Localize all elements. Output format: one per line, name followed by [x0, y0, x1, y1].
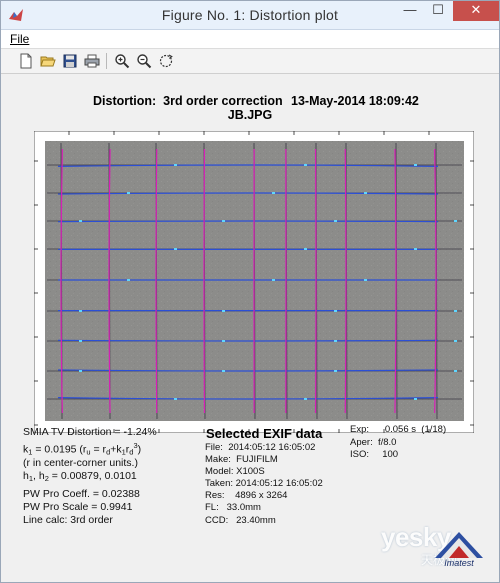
exposure: Exp: 0.056 s (1/18) [350, 424, 447, 435]
edge-point [304, 398, 307, 400]
edge-point [174, 398, 177, 400]
edge-point [304, 248, 307, 250]
rotate-icon[interactable] [157, 52, 175, 70]
edge-point [174, 164, 177, 166]
k1-value: = 0.0195 (r [32, 443, 87, 456]
plot-timestamp: 13-May-2014 18:09:42 [291, 94, 419, 108]
edge-point [222, 310, 225, 312]
edge-point [334, 370, 337, 372]
exif-list: File: 2014:05:12 16:05:02 Make: FUJIFILM… [205, 442, 323, 527]
figure-area: Distortion: 3rd order correction 13-May-… [1, 74, 499, 582]
k1-plus: +k [110, 443, 122, 456]
zoom-out-icon[interactable] [135, 52, 153, 70]
figure-window: Figure No. 1: Distortion plot — ☐ ✕ File [0, 0, 500, 583]
edge-point [272, 192, 275, 194]
toolbar-separator [106, 53, 107, 69]
exif-fl: FL: 33.0mm [205, 502, 261, 514]
exif-ccd: CCD: 23.40mm [205, 514, 276, 526]
exif-title: Selected EXIF data [206, 426, 323, 441]
edge-point [127, 279, 130, 281]
camera-settings: Exp: 0.056 s (1/18) Aper: f/8.0 ISO: 100 [350, 424, 446, 462]
menu-file[interactable]: File [10, 32, 29, 46]
edge-point [414, 164, 417, 166]
exif-res: Res: 4896 x 3264 [205, 490, 288, 502]
edge-point [222, 340, 225, 342]
edge-point [334, 340, 337, 342]
edge-point [79, 340, 82, 342]
line-calc: Line calc: 3rd order [23, 514, 113, 526]
minimize-button[interactable]: — [396, 1, 424, 21]
new-file-icon[interactable] [17, 52, 35, 70]
open-folder-icon[interactable] [39, 52, 57, 70]
edge-point [79, 370, 82, 372]
edge-point [79, 310, 82, 312]
exif-model: Model: X100S [205, 466, 265, 478]
exif-taken: Taken: 2014:05:12 16:05:02 [205, 478, 323, 490]
edge-point [454, 220, 457, 222]
edge-point [454, 340, 457, 342]
edge-point [364, 279, 367, 281]
edge-point [334, 220, 337, 222]
distortion-plot[interactable] [34, 131, 474, 433]
aperture: Aper: f/8.0 [350, 436, 397, 448]
k1-coefficient: k1 = 0.0195 (ru = rd+k1rd3) [23, 439, 141, 459]
edge-point [174, 248, 177, 250]
h-mid: , h [33, 470, 45, 482]
save-disk-icon[interactable] [61, 52, 79, 70]
imatest-logo: Imatest [435, 532, 483, 568]
plot-filename: JB.JPG [227, 108, 273, 122]
r-units-note: (r in center-corner units.) [23, 457, 138, 469]
close-button[interactable]: ✕ [453, 1, 499, 21]
exif-make: Make: FUJIFILM [205, 454, 278, 466]
print-icon[interactable] [83, 52, 101, 70]
k1-close: ) [137, 443, 142, 456]
maximize-button[interactable]: ☐ [424, 1, 452, 21]
edge-point [364, 192, 367, 194]
edge-point [454, 310, 457, 312]
toolbar [1, 49, 499, 74]
edge-point [414, 398, 417, 400]
iso: ISO: 100 [350, 449, 399, 460]
h-coefficients: h1, h2 = 0.00879, 0.0101 [23, 470, 137, 485]
edge-point [127, 192, 130, 194]
edge-point [272, 279, 275, 281]
edge-point [334, 310, 337, 312]
horizontal-fit-line [57, 339, 439, 342]
exif-file: File: 2014:05:12 16:05:02 [205, 442, 316, 453]
menu-bar: File [1, 30, 499, 49]
plot-title: Distortion: 3rd order correction [93, 94, 283, 108]
pw-pro-scale: PW Pro Scale = 0.9941 [23, 501, 133, 513]
h-values: = 0.00879, 0.0101 [48, 470, 137, 482]
k1-eq: = r [90, 443, 107, 456]
edge-point [454, 370, 457, 372]
edge-point [222, 220, 225, 222]
horizontal-fit-line [57, 220, 439, 223]
smia-distortion: SMIA TV Distortion = -1.24% [23, 426, 157, 438]
pw-pro-coeff: PW Pro Coeff. = 0.02388 [23, 488, 140, 500]
title-bar[interactable]: Figure No. 1: Distortion plot — ☐ ✕ [1, 1, 499, 30]
zoom-in-icon[interactable] [113, 52, 131, 70]
edge-point [304, 164, 307, 166]
imatest-logo-text: Imatest [444, 558, 474, 568]
edge-point [79, 220, 82, 222]
edge-point [222, 370, 225, 372]
edge-point [414, 248, 417, 250]
